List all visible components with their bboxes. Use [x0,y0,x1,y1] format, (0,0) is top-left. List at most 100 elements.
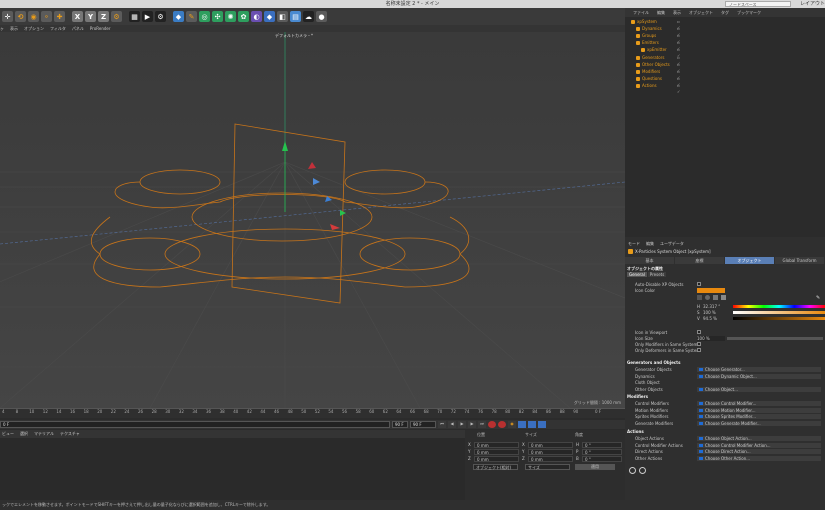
tag-icon[interactable]: ◆ [264,11,275,22]
render-picture-icon[interactable]: ▶ [142,11,153,22]
floor-icon[interactable]: ▤ [290,11,301,22]
pos-y-field[interactable]: 0 mm [474,449,519,455]
object-item[interactable]: Other Objects ▫ ✓ [636,62,680,73]
saturation-slider[interactable] [733,311,825,314]
camera-icon[interactable]: ◧ [277,11,288,22]
value-slider[interactable] [733,317,825,320]
tab-object[interactable]: オブジェクト [725,257,775,264]
s-value[interactable]: 100 % [703,310,716,315]
render-settings-icon[interactable]: ⚙ [155,11,166,22]
actions-choose-button[interactable]: Choose Control Modifier Action... [697,442,821,448]
viewport-menu-item[interactable]: ヶ [0,25,4,32]
material-menu-item[interactable]: テクスチャ [60,430,80,438]
camera-label[interactable]: デフォルトカメラ・* [275,33,313,39]
object-item[interactable]: xpEmitter ▫ ✓ [641,47,680,58]
coordinate-system-icon[interactable]: ⚙ [111,11,122,22]
prev-key-icon[interactable]: ◀ [448,421,456,428]
only-modifiers-checkbox[interactable] [697,342,701,346]
om-menu-item[interactable]: 編集 [657,8,665,17]
color-wheel-icon[interactable] [705,295,710,300]
hue-slider[interactable] [733,305,825,308]
go-end-icon[interactable]: ⏭ [478,421,486,428]
subdivision-icon[interactable]: ◎ [199,11,210,22]
record-icon[interactable] [488,421,496,428]
eyedropper-icon[interactable] [697,295,702,300]
size-z-field[interactable]: 0 mm [528,456,573,462]
rot-p-field[interactable]: 0 ° [582,449,622,455]
object-item[interactable]: xpSystem ▫ ✓ [631,19,680,30]
settings-icon[interactable] [639,467,646,474]
attr-menu-item[interactable]: ユーザデータ [660,241,684,247]
object-item[interactable]: Emitters ▫ ✓ [636,40,680,51]
material-menu-item[interactable]: マテリアル [34,430,54,438]
layout-label[interactable]: レイアウト [800,0,825,8]
keyframe-icon[interactable]: ◉ [508,421,516,428]
actions-choose-button[interactable]: Choose Other Action... [697,455,821,461]
size-x-field[interactable]: 0 mm [528,442,573,448]
light-icon[interactable]: ● [316,11,327,22]
world-move-icon[interactable]: ✚ [54,11,65,22]
om-menu-item[interactable]: タグ [721,8,729,17]
spectrum-icon[interactable] [713,295,718,300]
object-item[interactable]: Generators ▫ ✓ [636,55,680,66]
field-icon[interactable]: ◐ [251,11,262,22]
pos-z-field[interactable]: 0 mm [474,456,519,462]
v-value[interactable]: 94.5 % [703,316,717,321]
actions-choose-button[interactable]: Choose Object Action... [697,436,821,441]
scale-icon[interactable]: ◉ [28,11,39,22]
icon-in-viewport-checkbox[interactable] [697,330,701,334]
generators-choose-button[interactable]: Choose Generator... [697,367,821,372]
viewport-menu-item[interactable]: ProRender [90,25,111,32]
tab-global-transform[interactable]: Global Transform [775,257,825,264]
generators-choose-button[interactable]: Choose Dynamic Object... [697,373,821,379]
size-y-field[interactable]: 0 mm [528,449,573,455]
tab-coord[interactable]: 座標 [675,257,725,264]
refresh-icon[interactable] [629,467,636,474]
subtab-general[interactable]: General [627,272,647,277]
size-mode-select[interactable]: サイズ [525,464,570,470]
array-icon[interactable]: ✣ [212,11,223,22]
object-item[interactable]: Questions ▫ ✓ [636,76,680,87]
auto-disable-checkbox[interactable] [697,282,701,286]
object-item[interactable]: Modifiers ▫ ✓ [636,69,680,80]
sky-icon[interactable]: ☁ [303,11,314,22]
object-item[interactable]: Dynamics ▫ ✓ [636,26,680,37]
select-icon[interactable]: ⚬ [41,11,52,22]
cube-icon[interactable]: ◆ [173,11,184,22]
autokey-icon[interactable] [498,421,506,428]
modifiers-choose-button[interactable]: Choose Generate Modifier... [697,420,821,426]
only-deformers-checkbox[interactable] [697,348,701,352]
viewport-menu-item[interactable]: パネル [72,25,84,32]
position-key-icon[interactable] [518,421,526,428]
generators-choose-button[interactable]: Choose Object... [697,386,821,392]
coordinate-mode-select[interactable]: オブジェクト(相対) [473,464,518,470]
swatch-icon[interactable] [721,295,726,300]
om-menu-item[interactable]: 表示 [673,8,681,17]
actions-choose-button[interactable]: Choose Direct Action... [697,449,821,454]
om-menu-item[interactable]: ファイル [633,8,649,17]
move-icon[interactable]: ✛ [2,11,13,22]
z-axis-toggle[interactable]: Z [98,11,109,22]
material-menu-item[interactable]: 選択 [20,430,28,438]
next-key-icon[interactable]: ▶ [468,421,476,428]
h-value[interactable]: 32.317 ° [703,304,720,309]
x-axis-toggle[interactable]: X [72,11,83,22]
viewport-menu-item[interactable]: フィルタ [50,25,66,32]
pos-x-field[interactable]: 0 mm [474,442,519,448]
max-frame-field[interactable]: 90 F [410,421,436,428]
scale-key-icon[interactable] [538,421,546,428]
rot-h-field[interactable]: 0 ° [582,442,622,448]
attr-menu-item[interactable]: モード [628,241,640,247]
object-item[interactable]: Actions ▫ ✓ [636,83,680,94]
icon-size-slider[interactable] [727,337,823,340]
apply-button[interactable]: 適用 [575,464,615,470]
3d-viewport[interactable]: デフォルトカメラ・* グリッド間隔 : 1000 mm [0,32,625,408]
material-area[interactable] [0,438,465,500]
icon-size-field[interactable]: 100 % [697,336,725,341]
om-menu-item[interactable]: ブックマーク [737,8,761,17]
object-visibility-icon[interactable]: ▫ ✓ [677,83,680,95]
modifiers-choose-button[interactable]: Choose Motion Modifier... [697,407,821,413]
play-icon[interactable]: ▶ [458,421,466,428]
om-menu-item[interactable]: オブジェクト [689,8,713,17]
current-frame-field[interactable]: 0 F [0,421,390,428]
